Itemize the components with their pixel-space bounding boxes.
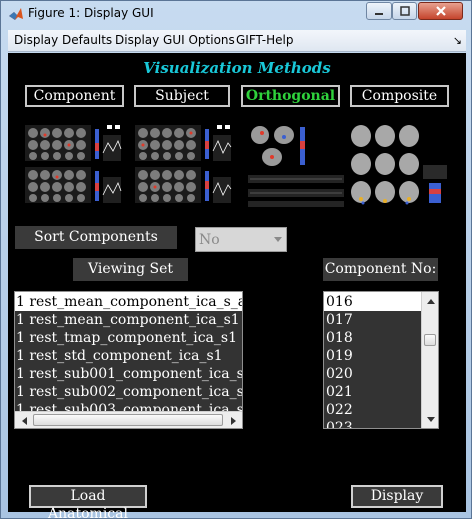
method-subject-button[interactable]: Subject xyxy=(134,85,230,107)
composite-preview-thumbnail xyxy=(351,125,447,205)
sort-components-dropdown[interactable]: No xyxy=(195,227,287,252)
viewing-set-horizontal-scrollbar[interactable] xyxy=(15,411,242,428)
method-composite-button[interactable]: Composite xyxy=(350,85,449,107)
component-no-label: Component No: xyxy=(323,258,438,281)
viewing-set-item[interactable]: 1 rest_tmap_component_ica_s1 xyxy=(15,329,242,347)
dropdown-arrow-icon xyxy=(270,228,286,251)
viewing-set-item[interactable]: 1 rest_mean_component_ica_s1 xyxy=(15,311,242,329)
sort-components-value: No xyxy=(199,232,220,248)
viewing-set-item[interactable]: 1 rest_sub001_component_ica_s1 xyxy=(15,365,242,383)
component-no-vertical-scrollbar[interactable] xyxy=(421,292,438,428)
close-button[interactable] xyxy=(418,2,463,20)
menu-display-gui-options[interactable]: Display GUI Options xyxy=(115,33,235,47)
vertical-scroll-thumb[interactable] xyxy=(424,334,436,346)
component-no-item[interactable]: 023 xyxy=(324,419,423,428)
scroll-left-icon[interactable] xyxy=(15,412,32,428)
viewing-set-listbox[interactable]: 1 rest_mean_component_ica_s_all_ 1 rest_… xyxy=(14,291,243,429)
display-button[interactable]: Display xyxy=(351,485,443,508)
component-preview-thumbnail xyxy=(25,125,122,203)
matlab-icon xyxy=(9,8,23,20)
figure-canvas: Visualization Methods Component Subject … xyxy=(8,53,466,519)
component-no-item[interactable]: 020 xyxy=(324,365,423,383)
scroll-up-icon[interactable] xyxy=(422,292,438,309)
menu-gift-help[interactable]: GIFT-Help xyxy=(236,33,293,47)
component-no-item[interactable]: 017 xyxy=(324,311,423,329)
horizontal-scroll-thumb[interactable] xyxy=(33,414,223,426)
viewing-set-label: Viewing Set xyxy=(73,258,188,281)
component-no-item[interactable]: 018 xyxy=(324,329,423,347)
component-no-item[interactable]: 021 xyxy=(324,383,423,401)
load-anatomical-button[interactable]: Load Anatomical xyxy=(29,485,147,519)
menu-display-defaults[interactable]: Display Defaults xyxy=(14,33,112,47)
component-no-listbox[interactable]: 016 017 018 019 020 021 022 023 xyxy=(323,291,439,429)
viewing-set-item[interactable]: 1 rest_sub002_component_ica_s1 xyxy=(15,383,242,401)
maximize-icon xyxy=(399,6,410,16)
viewing-set-item[interactable]: 1 rest_std_component_ica_s1 xyxy=(15,347,242,365)
sort-components-label: Sort Components xyxy=(15,226,177,249)
maximize-button[interactable] xyxy=(392,2,417,20)
orthogonal-preview-thumbnail xyxy=(248,126,344,207)
visualization-methods-heading: Visualization Methods xyxy=(143,59,331,77)
component-no-item[interactable]: 019 xyxy=(324,347,423,365)
menu-bar: Display Defaults Display GUI Options GIF… xyxy=(8,30,466,52)
minimize-button[interactable] xyxy=(366,2,392,20)
scroll-down-icon[interactable] xyxy=(422,411,438,428)
component-no-item[interactable]: 022 xyxy=(324,401,423,419)
method-component-button[interactable]: Component xyxy=(25,85,124,107)
close-icon xyxy=(435,6,446,16)
title-bar[interactable]: Figure 1: Display GUI xyxy=(1,1,471,29)
scroll-right-icon[interactable] xyxy=(225,412,242,428)
method-orthogonal-button[interactable]: Orthogonal xyxy=(241,85,340,107)
minimize-icon xyxy=(375,13,383,15)
viewing-set-item[interactable]: 1 rest_mean_component_ica_s_all_ xyxy=(15,293,242,311)
subject-preview-thumbnail xyxy=(135,125,232,203)
figure-window: Figure 1: Display GUI Display Defaults D… xyxy=(0,0,472,519)
menu-overflow-arrow-icon[interactable]: ↘ xyxy=(453,34,462,47)
component-no-item[interactable]: 016 xyxy=(324,293,423,311)
window-title: Figure 1: Display GUI xyxy=(28,6,154,20)
